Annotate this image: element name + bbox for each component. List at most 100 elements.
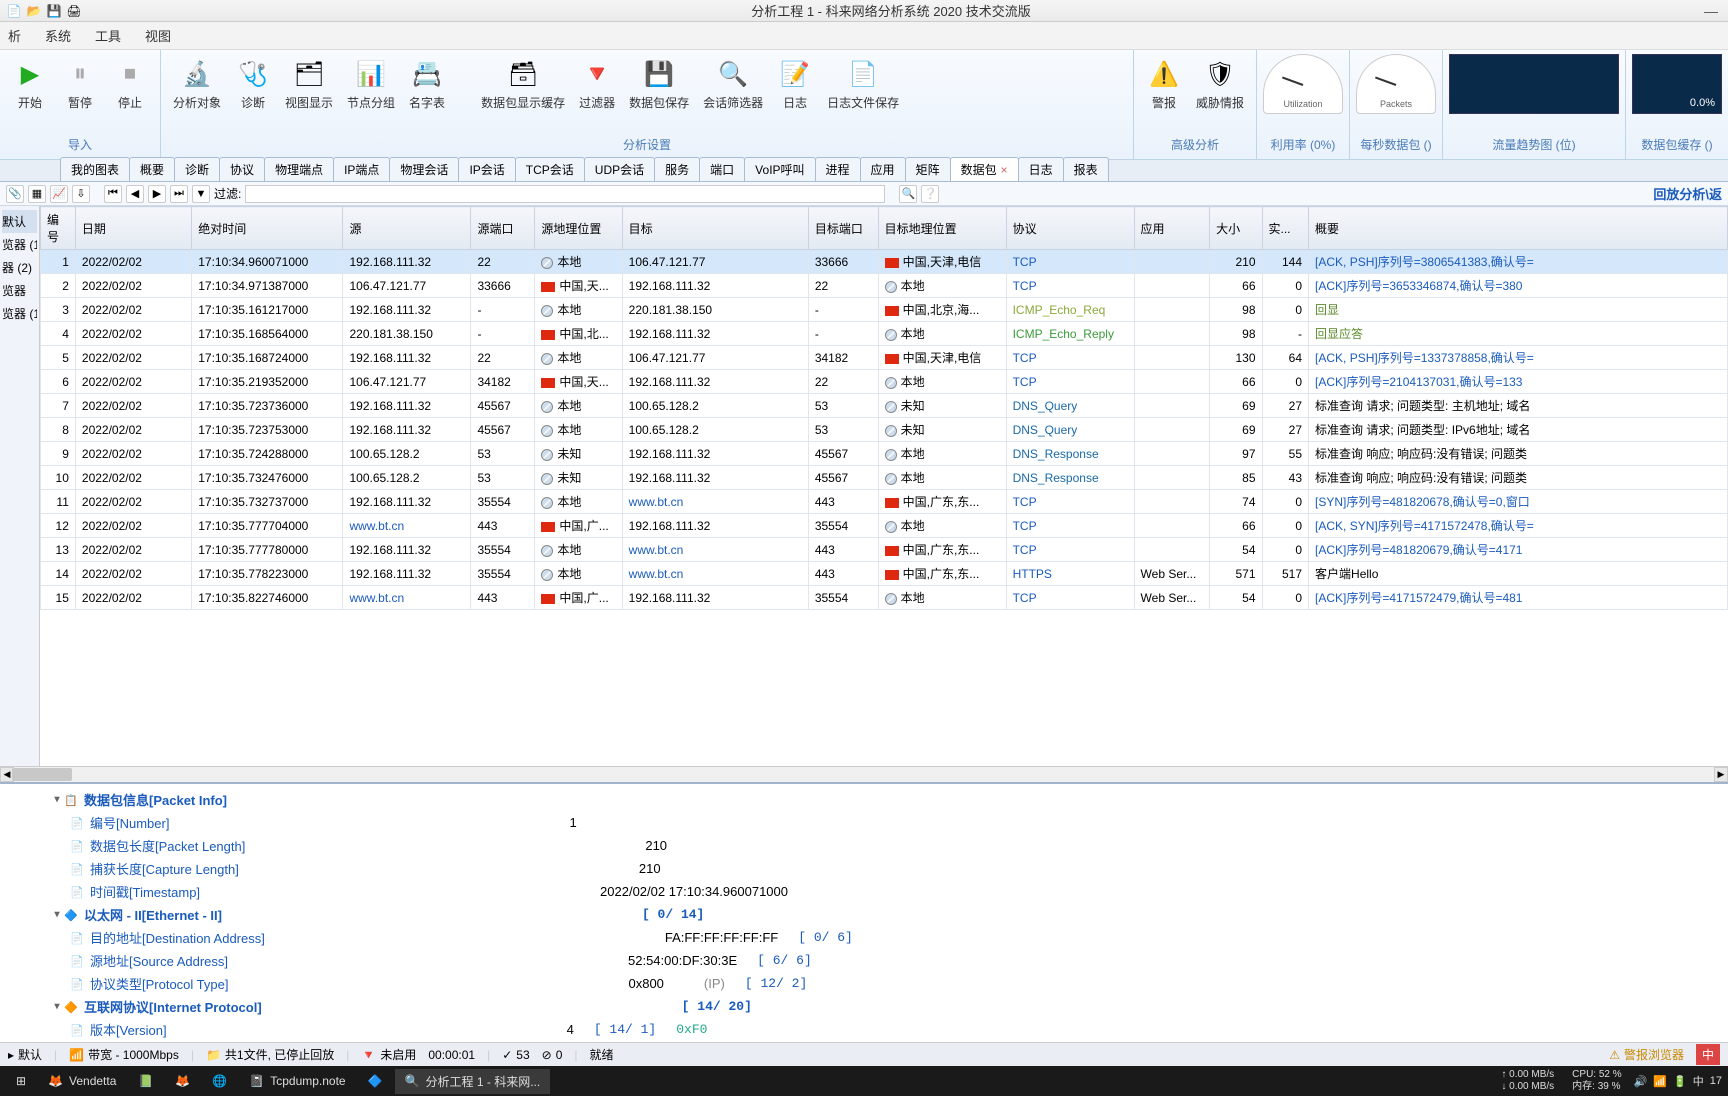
col-header[interactable]: 大小 [1210, 207, 1262, 250]
left-item[interactable]: 览器 (1 [2, 233, 37, 256]
replay-link[interactable]: 回放分析\返 [1653, 184, 1722, 203]
tab-9[interactable]: UDP会话 [584, 157, 655, 181]
new-icon[interactable]: 📄 [6, 3, 22, 19]
view-display-button[interactable]: 🗂视图显示 [279, 54, 339, 115]
pause-button[interactable]: ⏸暂停 [56, 54, 104, 115]
table-row[interactable]: 92022/02/0217:10:35.724288000100.65.128.… [41, 442, 1728, 466]
task-tcpdump[interactable]: 📓 Tcpdump.note [239, 1070, 355, 1092]
tab-16[interactable]: 数据包× [950, 157, 1019, 181]
tab-5[interactable]: IP端点 [333, 157, 390, 181]
table-row[interactable]: 22022/02/0217:10:34.971387000106.47.121.… [41, 274, 1728, 298]
col-header[interactable]: 实... [1262, 207, 1309, 250]
name-table-button[interactable]: 📇名字表 [403, 54, 451, 115]
table-row[interactable]: 72022/02/0217:10:35.723736000192.168.111… [41, 394, 1728, 418]
nav-next-icon[interactable]: ▶ [148, 185, 166, 203]
col-header[interactable]: 编号 [41, 207, 76, 250]
conv-filter-button[interactable]: 🔍会话筛选器 [697, 54, 769, 115]
diagnosis-button[interactable]: 🩺诊断 [229, 54, 277, 115]
col-header[interactable]: 源端口 [471, 207, 535, 250]
analysis-target-button[interactable]: 🔬分析对象 [167, 54, 227, 115]
table-row[interactable]: 152022/02/0217:10:35.822746000www.bt.cn4… [41, 586, 1728, 610]
table-row[interactable]: 42022/02/0217:10:35.168564000220.181.38.… [41, 322, 1728, 346]
horizontal-scrollbar[interactable]: ◀ ▶ [0, 766, 1728, 782]
menu-system[interactable]: 系统 [45, 26, 71, 45]
eth-dest[interactable]: 📄目的地址[Destination Address]FA:FF:FF:FF:FF… [50, 926, 1728, 949]
left-item[interactable]: 默认 [2, 210, 37, 233]
menu-tools[interactable]: 工具 [95, 26, 121, 45]
ethernet-header[interactable]: ▾🔷以太网 - II[Ethernet - II][ 0/ 14] [50, 903, 1728, 926]
tab-13[interactable]: 进程 [815, 157, 861, 181]
left-item[interactable]: 览器 (1 [2, 302, 37, 325]
task-firefox[interactable]: 🦊 [165, 1070, 200, 1092]
col-header[interactable]: 日期 [75, 207, 191, 250]
tab-6[interactable]: 物理会话 [389, 157, 459, 181]
pkt-number[interactable]: 📄编号[Number]1 [50, 811, 1728, 834]
task-analyzer[interactable]: 🔍 分析工程 1 - 科来网... [395, 1069, 551, 1094]
table-row[interactable]: 12022/02/0217:10:34.960071000192.168.111… [41, 250, 1728, 274]
tab-3[interactable]: 协议 [219, 157, 265, 181]
tab-10[interactable]: 服务 [654, 157, 700, 181]
sb-warning[interactable]: ⚠ 警报浏览器 [1609, 1046, 1684, 1063]
eth-src[interactable]: 📄源地址[Source Address]52:54:00:DF:30:3E[ 6… [50, 949, 1728, 972]
tab-17[interactable]: 日志 [1018, 157, 1064, 181]
help-icon[interactable]: ❔ [921, 185, 939, 203]
filter-icon[interactable]: 📎 [6, 185, 24, 203]
packet-buffer-button[interactable]: 🗃数据包显示缓存 [475, 54, 571, 115]
pkt-capture-length[interactable]: 📄捕获长度[Capture Length]210 [50, 857, 1728, 880]
filter-funnel-icon[interactable]: ▼ [192, 185, 210, 203]
ip-version[interactable]: 📄版本[Version]4[ 14/ 1]0xF0 [50, 1018, 1728, 1041]
ip-header[interactable]: ▾🔶互联网协议[Internet Protocol][ 14/ 20] [50, 995, 1728, 1018]
sb-default[interactable]: ▸ 默认 [8, 1046, 42, 1063]
tray-ime[interactable]: 中 [1693, 1073, 1704, 1089]
pkt-timestamp[interactable]: 📄时间戳[Timestamp]2022/02/02 17:10:34.96007… [50, 880, 1728, 903]
col-header[interactable]: 源地理位置 [535, 207, 622, 250]
menu-analysis[interactable]: 析 [8, 26, 21, 45]
tab-2[interactable]: 诊断 [174, 157, 220, 181]
sb-ime[interactable]: 中 [1696, 1044, 1720, 1065]
tray-icon[interactable]: 🔋 [1673, 1075, 1687, 1088]
scroll-right-arrow[interactable]: ▶ [1714, 767, 1728, 782]
table-row[interactable]: 132022/02/0217:10:35.777780000192.168.11… [41, 538, 1728, 562]
tab-8[interactable]: TCP会话 [515, 157, 585, 181]
export-icon[interactable]: ⇩ [72, 185, 90, 203]
left-item[interactable]: 器 (2) [2, 256, 37, 279]
col-header[interactable]: 目标 [622, 207, 808, 250]
table-row[interactable]: 102022/02/0217:10:35.732476000100.65.128… [41, 466, 1728, 490]
tab-12[interactable]: VoIP呼叫 [744, 157, 815, 181]
open-icon[interactable]: 📂 [26, 3, 42, 19]
columns-icon[interactable]: ▦ [28, 185, 46, 203]
left-item[interactable]: 览器 [2, 279, 37, 302]
chart-icon[interactable]: 📈 [50, 185, 68, 203]
filter-button[interactable]: 🔻过滤器 [573, 54, 621, 115]
table-row[interactable]: 32022/02/0217:10:35.161217000192.168.111… [41, 298, 1728, 322]
tab-7[interactable]: IP会话 [458, 157, 515, 181]
tab-1[interactable]: 概要 [129, 157, 175, 181]
filter-input[interactable] [245, 185, 885, 203]
col-header[interactable]: 概要 [1309, 207, 1728, 250]
tab-15[interactable]: 矩阵 [905, 157, 951, 181]
scroll-thumb[interactable] [12, 768, 72, 781]
col-header[interactable]: 协议 [1006, 207, 1134, 250]
tab-4[interactable]: 物理端点 [264, 157, 334, 181]
tab-11[interactable]: 端口 [699, 157, 745, 181]
menu-view[interactable]: 视图 [145, 26, 171, 45]
table-row[interactable]: 112022/02/0217:10:35.732737000192.168.11… [41, 490, 1728, 514]
tab-18[interactable]: 报表 [1063, 157, 1109, 181]
tray-time[interactable]: 17 [1710, 1075, 1722, 1087]
save-icon[interactable]: 💾 [46, 3, 62, 19]
log-button[interactable]: 📝日志 [771, 54, 819, 115]
table-row[interactable]: 82022/02/0217:10:35.723753000192.168.111… [41, 418, 1728, 442]
task-vendetta[interactable]: 🦊 Vendetta [38, 1070, 126, 1092]
table-row[interactable]: 52022/02/0217:10:35.168724000192.168.111… [41, 346, 1728, 370]
tab-close-icon[interactable]: × [1001, 163, 1008, 177]
stop-button[interactable]: ⏹停止 [106, 54, 154, 115]
tray-icon[interactable]: 📶 [1653, 1075, 1667, 1088]
nav-first-icon[interactable]: ⏮ [104, 185, 122, 203]
packet-save-button[interactable]: 💾数据包保存 [623, 54, 695, 115]
task-chrome[interactable]: 🌐 [202, 1070, 237, 1092]
tab-14[interactable]: 应用 [860, 157, 906, 181]
search-icon[interactable]: 🔍 [899, 185, 917, 203]
table-row[interactable]: 122022/02/0217:10:35.777704000www.bt.cn4… [41, 514, 1728, 538]
col-header[interactable]: 应用 [1134, 207, 1210, 250]
logfile-button[interactable]: 📄日志文件保存 [821, 54, 905, 115]
